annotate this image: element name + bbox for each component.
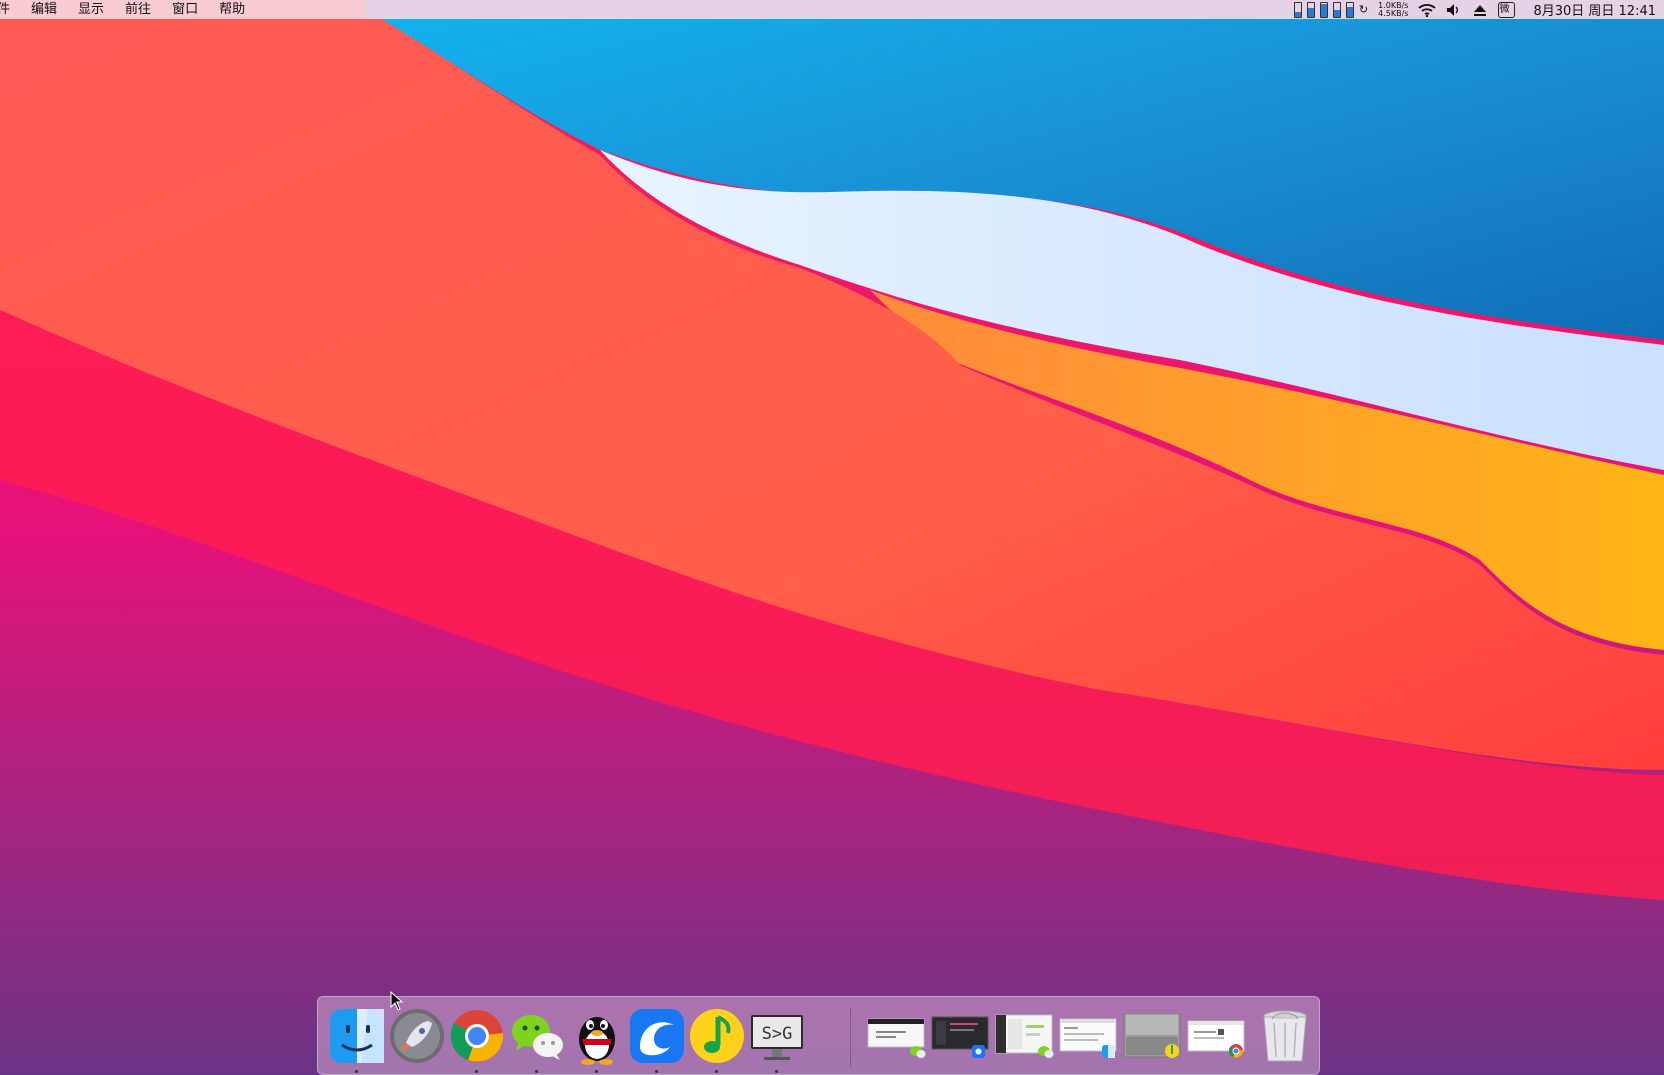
music-note-icon xyxy=(690,1009,744,1063)
chrome-icon xyxy=(450,1010,504,1062)
dock: S>G xyxy=(317,996,1320,1075)
dock-qq-music[interactable] xyxy=(688,1007,746,1073)
dock-window-browser[interactable] xyxy=(930,1013,990,1059)
dock-wechat[interactable] xyxy=(508,1007,566,1073)
window-thumbnail xyxy=(867,1018,926,1058)
app-menu: 件 编辑 显示 前往 窗口 帮助 xyxy=(0,0,266,19)
dock-browser[interactable] xyxy=(628,1007,686,1073)
wechat-icon xyxy=(512,1015,563,1060)
menu-view[interactable]: 显示 xyxy=(78,0,104,19)
menu-file[interactable]: 件 xyxy=(0,0,10,19)
finder-icon xyxy=(1102,1045,1115,1058)
menu-bar: 件 编辑 显示 前往 窗口 帮助 ↻ 1.0KB/s 4.5KB/s 微 8月3… xyxy=(0,0,1664,19)
desktop: 件 编辑 显示 前往 窗口 帮助 ↻ 1.0KB/s 4.5KB/s 微 8月3… xyxy=(0,0,1664,1075)
volume-icon[interactable] xyxy=(1446,3,1462,17)
ime-icon[interactable]: 微 xyxy=(1498,1,1516,18)
mouse-cursor-icon xyxy=(390,991,404,1011)
sg-label: S>G xyxy=(762,1024,793,1044)
blue-wave-icon xyxy=(630,1009,684,1063)
music-note-icon xyxy=(1165,1044,1179,1058)
chrome-icon xyxy=(1228,1044,1244,1058)
dock-qq[interactable] xyxy=(568,1007,626,1073)
netspeed-down: 4.5KB/s xyxy=(1378,8,1409,18)
status-area: ↻ 1.0KB/s 4.5KB/s 微 8月30日 周日 12:41 xyxy=(1284,0,1656,19)
menu-clock[interactable]: 8月30日 周日 12:41 xyxy=(1533,0,1656,19)
window-thumbnail xyxy=(995,1014,1054,1058)
dock-window-chrome[interactable] xyxy=(1186,1013,1246,1059)
window-thumbnail xyxy=(931,1016,989,1058)
window-thumbnail xyxy=(1187,1020,1245,1058)
dock-separator xyxy=(850,1007,851,1067)
qq-penguin-icon xyxy=(579,1017,615,1065)
menu-help[interactable]: 帮助 xyxy=(219,0,245,19)
menu-window[interactable]: 窗口 xyxy=(172,0,198,19)
dock-finder[interactable] xyxy=(328,1007,386,1073)
window-thumbnail xyxy=(1123,1012,1181,1058)
dock-window-finder[interactable] xyxy=(1058,1013,1118,1059)
battery-bars-icon[interactable]: ↻ xyxy=(1293,1,1368,18)
trash-icon xyxy=(1263,1010,1307,1062)
finder-icon xyxy=(330,1009,384,1063)
menu-edit[interactable]: 编辑 xyxy=(31,0,57,19)
dock-trash[interactable] xyxy=(1256,1007,1314,1065)
dock-window-wechat-1[interactable] xyxy=(866,1013,926,1059)
menu-go[interactable]: 前往 xyxy=(125,0,151,19)
dock-chrome[interactable] xyxy=(448,1007,506,1073)
dock-launchpad[interactable] xyxy=(388,1007,446,1065)
rocket-icon xyxy=(390,1009,444,1063)
dock-window-music[interactable] xyxy=(1122,1012,1182,1059)
blue-wave-icon xyxy=(972,1045,985,1058)
wechat-icon xyxy=(910,1046,926,1058)
dock-sg-app[interactable]: S>G xyxy=(748,1007,806,1073)
dock-window-wechat-2[interactable] xyxy=(994,1013,1054,1059)
wallpaper xyxy=(0,0,1664,1075)
window-thumbnail xyxy=(1059,1018,1117,1058)
network-speed[interactable]: 1.0KB/s 4.5KB/s xyxy=(1378,1,1409,18)
wifi-icon[interactable] xyxy=(1418,3,1437,17)
monitor-icon: S>G xyxy=(751,1015,803,1060)
eject-icon[interactable] xyxy=(1472,3,1488,17)
